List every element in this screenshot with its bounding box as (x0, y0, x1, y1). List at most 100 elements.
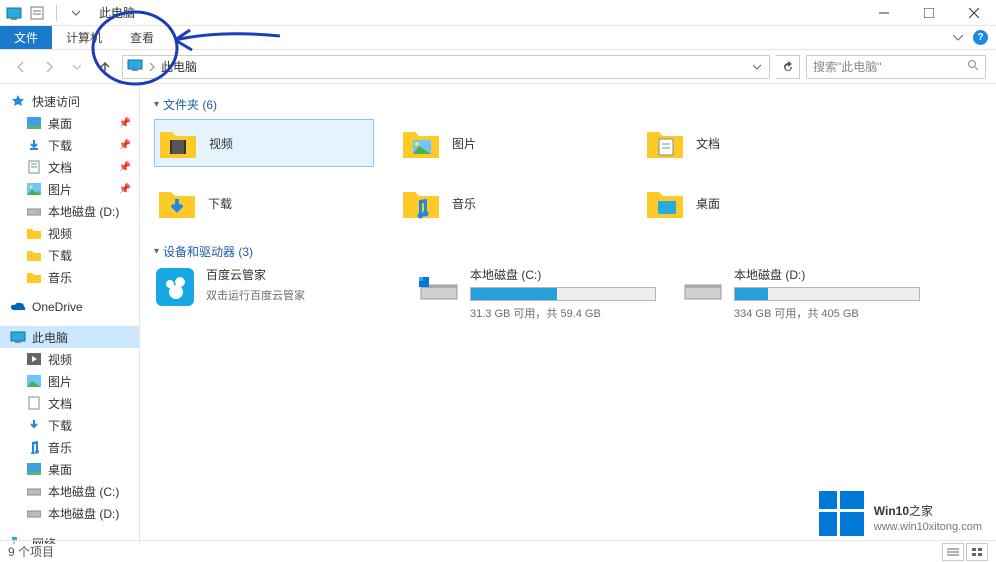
group-folders-header[interactable]: ▾ 文件夹 (6) (154, 96, 982, 113)
tab-view[interactable]: 查看 (116, 26, 168, 49)
window-controls (861, 0, 996, 26)
sidebar-quick-access[interactable]: 快速访问 (0, 90, 139, 112)
drive-c[interactable]: 本地磁盘 (C:) 31.3 GB 可用，共 59.4 GB (418, 266, 658, 321)
search-input[interactable]: 搜索"此电脑" (806, 55, 986, 79)
drive-icon (26, 505, 42, 521)
sidebar-label: 本地磁盘 (D:) (48, 505, 119, 522)
folder-documents[interactable]: 文档 (642, 119, 862, 167)
minimize-button[interactable] (861, 0, 906, 26)
maximize-button[interactable] (906, 0, 951, 26)
sidebar-item-desktop[interactable]: 桌面 📌 (0, 112, 139, 134)
chevron-down-icon: ▾ (154, 246, 159, 257)
group-drives-header[interactable]: ▾ 设备和驱动器 (3) (154, 243, 982, 260)
folder-label: 文档 (696, 135, 720, 152)
sidebar-pc-desktop[interactable]: 桌面 (0, 458, 139, 480)
close-button[interactable] (951, 0, 996, 26)
folders-grid: 视频 图片 文档 下载 音乐 桌面 (154, 119, 982, 227)
sidebar-label: 音乐 (48, 439, 72, 456)
pin-icon: 📌 (119, 184, 131, 195)
sidebar-label: 文档 (48, 395, 72, 412)
folder-desktop[interactable]: 桌面 (642, 179, 862, 227)
tab-file[interactable]: 文件 (0, 26, 52, 49)
sidebar-item-videos[interactable]: 视频 (0, 222, 139, 244)
sidebar-pc-drive-d[interactable]: 本地磁盘 (D:) (0, 502, 139, 524)
folder-document-icon (644, 122, 686, 164)
pin-icon: 📌 (119, 118, 131, 129)
sidebar-item-music[interactable]: 音乐 (0, 266, 139, 288)
sidebar-label: 文档 (48, 159, 72, 176)
sidebar-pc-drive-c[interactable]: 本地磁盘 (C:) (0, 480, 139, 502)
app-icon (6, 6, 22, 20)
folder-label: 视频 (209, 135, 233, 152)
sidebar-pc-documents[interactable]: 文档 (0, 392, 139, 414)
drive-d-icon (682, 266, 724, 308)
folder-label: 音乐 (452, 195, 476, 212)
sidebar-item-downloads[interactable]: 下载📌 (0, 134, 139, 156)
document-icon (26, 395, 42, 411)
ribbon-tabs: 文件 计算机 查看 ? (0, 26, 996, 50)
sidebar-label: 本地磁盘 (C:) (48, 483, 119, 500)
drive-d[interactable]: 本地磁盘 (D:) 334 GB 可用，共 405 GB (682, 266, 922, 321)
folder-download-icon (156, 182, 198, 224)
drive-icon (26, 203, 42, 219)
pc-icon (10, 329, 26, 345)
sidebar-item-downloads2[interactable]: 下载 (0, 244, 139, 266)
folder-video-icon (157, 122, 199, 164)
document-icon (26, 159, 42, 175)
sidebar-pc-music[interactable]: 音乐 (0, 436, 139, 458)
forward-button[interactable] (38, 56, 60, 78)
watermark-url: www.win10xitong.com (874, 521, 982, 533)
folder-music[interactable]: 音乐 (398, 179, 618, 227)
sidebar-this-pc[interactable]: 此电脑 (0, 326, 139, 348)
view-icons-button[interactable] (966, 543, 988, 561)
sidebar-item-documents[interactable]: 文档📌 (0, 156, 139, 178)
titlebar: 此电脑 (0, 0, 996, 26)
address-dropdown-icon[interactable] (749, 60, 765, 74)
folder-videos[interactable]: 视频 (154, 119, 374, 167)
sidebar-item-pictures[interactable]: 图片📌 (0, 178, 139, 200)
status-bar: 9 个项目 (0, 540, 996, 562)
qat-separator (56, 5, 57, 21)
sidebar: 快速访问 桌面📌 下载📌 文档📌 图片📌 本地磁盘 (D:) 视频 下载 音乐 … (0, 84, 140, 544)
help-icon[interactable]: ? (973, 30, 988, 45)
folder-downloads[interactable]: 下载 (154, 179, 374, 227)
sidebar-onedrive[interactable]: OneDrive (0, 296, 139, 318)
pc-icon (127, 58, 143, 75)
address-field[interactable]: 此电脑 (122, 55, 770, 79)
app-baidu[interactable]: 百度云管家 双击运行百度云管家 (154, 266, 394, 321)
windows-logo-icon (819, 491, 864, 536)
sidebar-label: 桌面 (48, 115, 72, 132)
tab-computer[interactable]: 计算机 (52, 26, 116, 49)
sidebar-pc-downloads[interactable]: 下载 (0, 414, 139, 436)
back-button[interactable] (10, 56, 32, 78)
sidebar-item-disk-d[interactable]: 本地磁盘 (D:) (0, 200, 139, 222)
qat-dropdown-icon[interactable] (65, 2, 87, 24)
breadcrumb-separator-icon (149, 60, 155, 74)
up-button[interactable] (94, 56, 116, 78)
chevron-down-icon: ▾ (154, 99, 159, 110)
recent-dropdown-icon[interactable] (66, 56, 88, 78)
sidebar-pc-videos[interactable]: 视频 (0, 348, 139, 370)
breadcrumb[interactable]: 此电脑 (161, 58, 197, 75)
sidebar-pc-pictures[interactable]: 图片 (0, 370, 139, 392)
video-icon (26, 351, 42, 367)
sidebar-label: 本地磁盘 (D:) (48, 203, 119, 220)
watermark: Win10之家 www.win10xitong.com (819, 491, 982, 536)
view-details-button[interactable] (942, 543, 964, 561)
folder-pictures[interactable]: 图片 (398, 119, 618, 167)
main: 快速访问 桌面📌 下载📌 文档📌 图片📌 本地磁盘 (D:) 视频 下载 音乐 … (0, 84, 996, 544)
address-bar: 此电脑 搜索"此电脑" (0, 50, 996, 84)
ribbon-expand-icon[interactable] (953, 31, 963, 45)
folder-icon (26, 269, 42, 285)
status-text: 9 个项目 (8, 543, 54, 560)
sidebar-label: 快速访问 (32, 93, 80, 110)
desktop-icon (26, 461, 42, 477)
folder-label: 桌面 (696, 195, 720, 212)
qat-properties-icon[interactable] (26, 2, 48, 24)
download-icon (26, 417, 42, 433)
refresh-button[interactable] (776, 55, 800, 79)
app-subtitle: 双击运行百度云管家 (206, 287, 394, 303)
titlebar-left: 此电脑 (0, 2, 135, 24)
music-icon (26, 439, 42, 455)
folder-music-icon (400, 182, 442, 224)
